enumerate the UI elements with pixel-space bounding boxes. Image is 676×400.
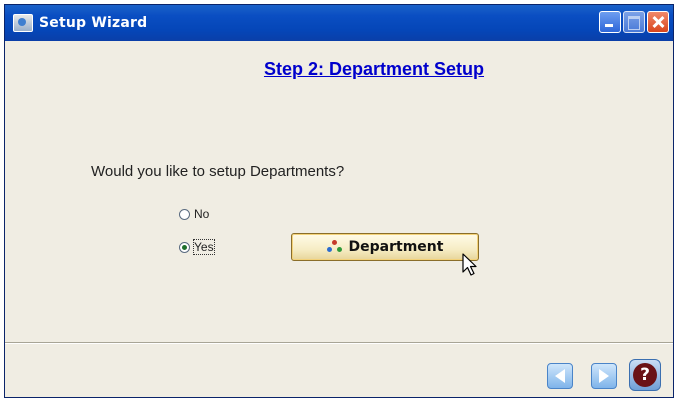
setup-wizard-icon	[13, 14, 33, 32]
radio-yes[interactable]	[179, 241, 190, 253]
help-button[interactable]: ?	[629, 359, 661, 391]
footer-divider	[5, 342, 673, 344]
step-title: Step 2: Department Setup	[263, 59, 485, 79]
title-bar[interactable]: Setup Wizard	[5, 5, 673, 41]
window-title: Setup Wizard	[39, 15, 148, 31]
radio-option-yes[interactable]: Yes	[179, 239, 215, 255]
department-button-label: Department	[348, 239, 444, 255]
mouse-cursor-icon	[462, 253, 477, 276]
radio-no[interactable]	[179, 208, 190, 220]
back-button[interactable]	[547, 363, 573, 389]
minimize-icon[interactable]	[599, 11, 621, 33]
setup-question: Would you like to setup Departments?	[91, 163, 345, 180]
setup-wizard-window: Setup Wizard Step 2: Department Setup Wo…	[4, 4, 674, 398]
close-icon[interactable]	[647, 11, 669, 33]
window-controls	[599, 11, 669, 33]
radio-yes-label: Yes	[193, 239, 215, 255]
department-icon	[326, 240, 343, 254]
next-arrow-icon	[599, 369, 609, 383]
maximize-icon[interactable]	[623, 11, 645, 33]
next-button[interactable]	[591, 363, 617, 389]
help-icon: ?	[633, 363, 657, 387]
back-arrow-icon	[555, 369, 565, 383]
radio-no-label: No	[194, 207, 210, 221]
department-button[interactable]: Department	[291, 233, 479, 261]
radio-option-no[interactable]: No	[179, 207, 209, 221]
